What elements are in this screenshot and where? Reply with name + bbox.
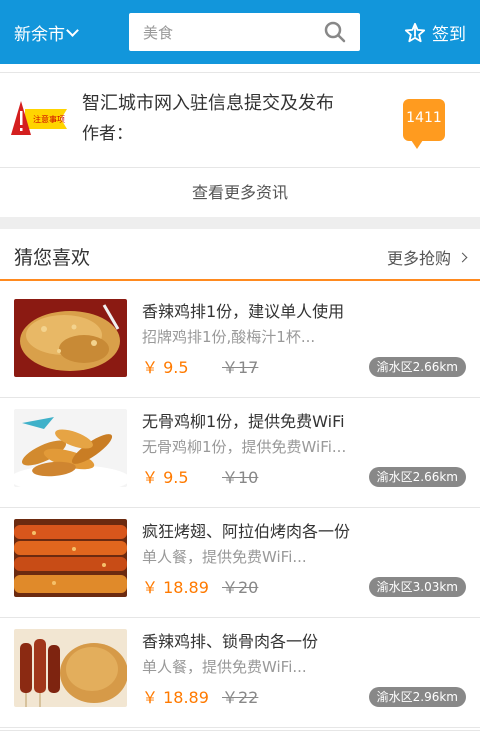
deal-item[interactable]: 无骨鸡柳1份，提供免费WiFi 无骨鸡柳1份，提供免费WiFi... ￥ 9.5… bbox=[0, 398, 480, 508]
deal-original-price: ￥22 bbox=[222, 688, 259, 707]
distance-badge: 渝水区2.96km bbox=[368, 687, 466, 707]
news-thumb-label: 注意事项 bbox=[33, 114, 65, 124]
deal-original-price: ￥20 bbox=[222, 578, 259, 597]
star-icon bbox=[404, 22, 426, 42]
deal-name: 香辣鸡排、锁骨肉各一份 bbox=[142, 632, 319, 651]
news-item[interactable]: 注意事项 智汇城市网入驻信息提交及发布 作者： 1411 bbox=[0, 72, 480, 167]
deal-price: ￥ 9.5 bbox=[142, 468, 189, 487]
food-image bbox=[14, 409, 127, 487]
more-news-link[interactable]: 查看更多资讯 bbox=[0, 167, 480, 217]
deal-item[interactable]: 香辣鸡排1份，建议单人使用 招牌鸡排1份,酸梅汁1杯... ￥ 9.5 ￥17 … bbox=[0, 288, 480, 398]
top-bar: 新余市 美食 签到 bbox=[0, 0, 480, 64]
distance-badge: 渝水区2.66km bbox=[368, 467, 466, 487]
search-box[interactable]: 美食 bbox=[129, 13, 360, 51]
deal-original-price: ￥17 bbox=[222, 358, 259, 377]
deal-name: 疯狂烤翅、阿拉伯烤肉各一份 bbox=[142, 522, 351, 541]
deal-item[interactable]: 香辣鸡排、锁骨肉各一份 单人餐，提供免费WiFi... ￥ 18.89 ￥22 … bbox=[0, 618, 480, 728]
signin-label: 签到 bbox=[432, 25, 466, 45]
deal-price: ￥ 18.89 bbox=[142, 578, 209, 597]
deal-price: ￥ 18.89 bbox=[142, 688, 209, 707]
food-image bbox=[14, 629, 127, 707]
search-input[interactable]: 美食 bbox=[143, 22, 173, 43]
city-label: 新余市 bbox=[14, 25, 65, 45]
deal-price: ￥ 9.5 bbox=[142, 358, 189, 377]
chevron-right-icon bbox=[457, 252, 468, 262]
news-author: 作者： bbox=[82, 124, 133, 144]
deal-original-price: ￥10 bbox=[222, 468, 259, 487]
distance-badge: 渝水区2.66km bbox=[368, 357, 466, 377]
deal-description: 单人餐，提供免费WiFi... bbox=[142, 658, 307, 676]
comment-count-badge: 1411 bbox=[403, 99, 445, 149]
deal-description: 无骨鸡柳1份，提供免费WiFi... bbox=[142, 438, 347, 456]
deal-name: 无骨鸡柳1份，提供免费WiFi bbox=[142, 412, 345, 431]
deal-description: 招牌鸡排1份,酸梅汁1杯... bbox=[142, 328, 316, 346]
signin-button[interactable]: 签到 bbox=[404, 20, 466, 45]
food-image bbox=[14, 519, 127, 597]
chevron-down-icon bbox=[66, 23, 79, 37]
deal-description: 单人餐，提供免费WiFi... bbox=[142, 548, 307, 566]
news-thumbnail: 注意事项 bbox=[9, 95, 67, 139]
search-icon[interactable] bbox=[324, 21, 346, 43]
recommend-title: 猜您喜欢 bbox=[14, 247, 91, 269]
food-image bbox=[14, 299, 127, 377]
deal-name: 香辣鸡排1份，建议单人使用 bbox=[142, 302, 345, 321]
more-deals-link[interactable]: 更多抢购 bbox=[386, 245, 468, 269]
news-title[interactable]: 智汇城市网入驻信息提交及发布 bbox=[82, 89, 334, 115]
deal-item[interactable]: 疯狂烤翅、阿拉伯烤肉各一份 单人餐，提供免费WiFi... ￥ 18.89 ￥2… bbox=[0, 508, 480, 618]
more-deals-label: 更多抢购 bbox=[386, 249, 451, 268]
recommend-header: 猜您喜欢 更多抢购 bbox=[0, 229, 480, 281]
city-selector[interactable]: 新余市 bbox=[14, 20, 79, 45]
section-divider bbox=[0, 217, 480, 229]
bottom-edge bbox=[0, 730, 480, 745]
distance-badge: 渝水区3.03km bbox=[368, 577, 466, 597]
